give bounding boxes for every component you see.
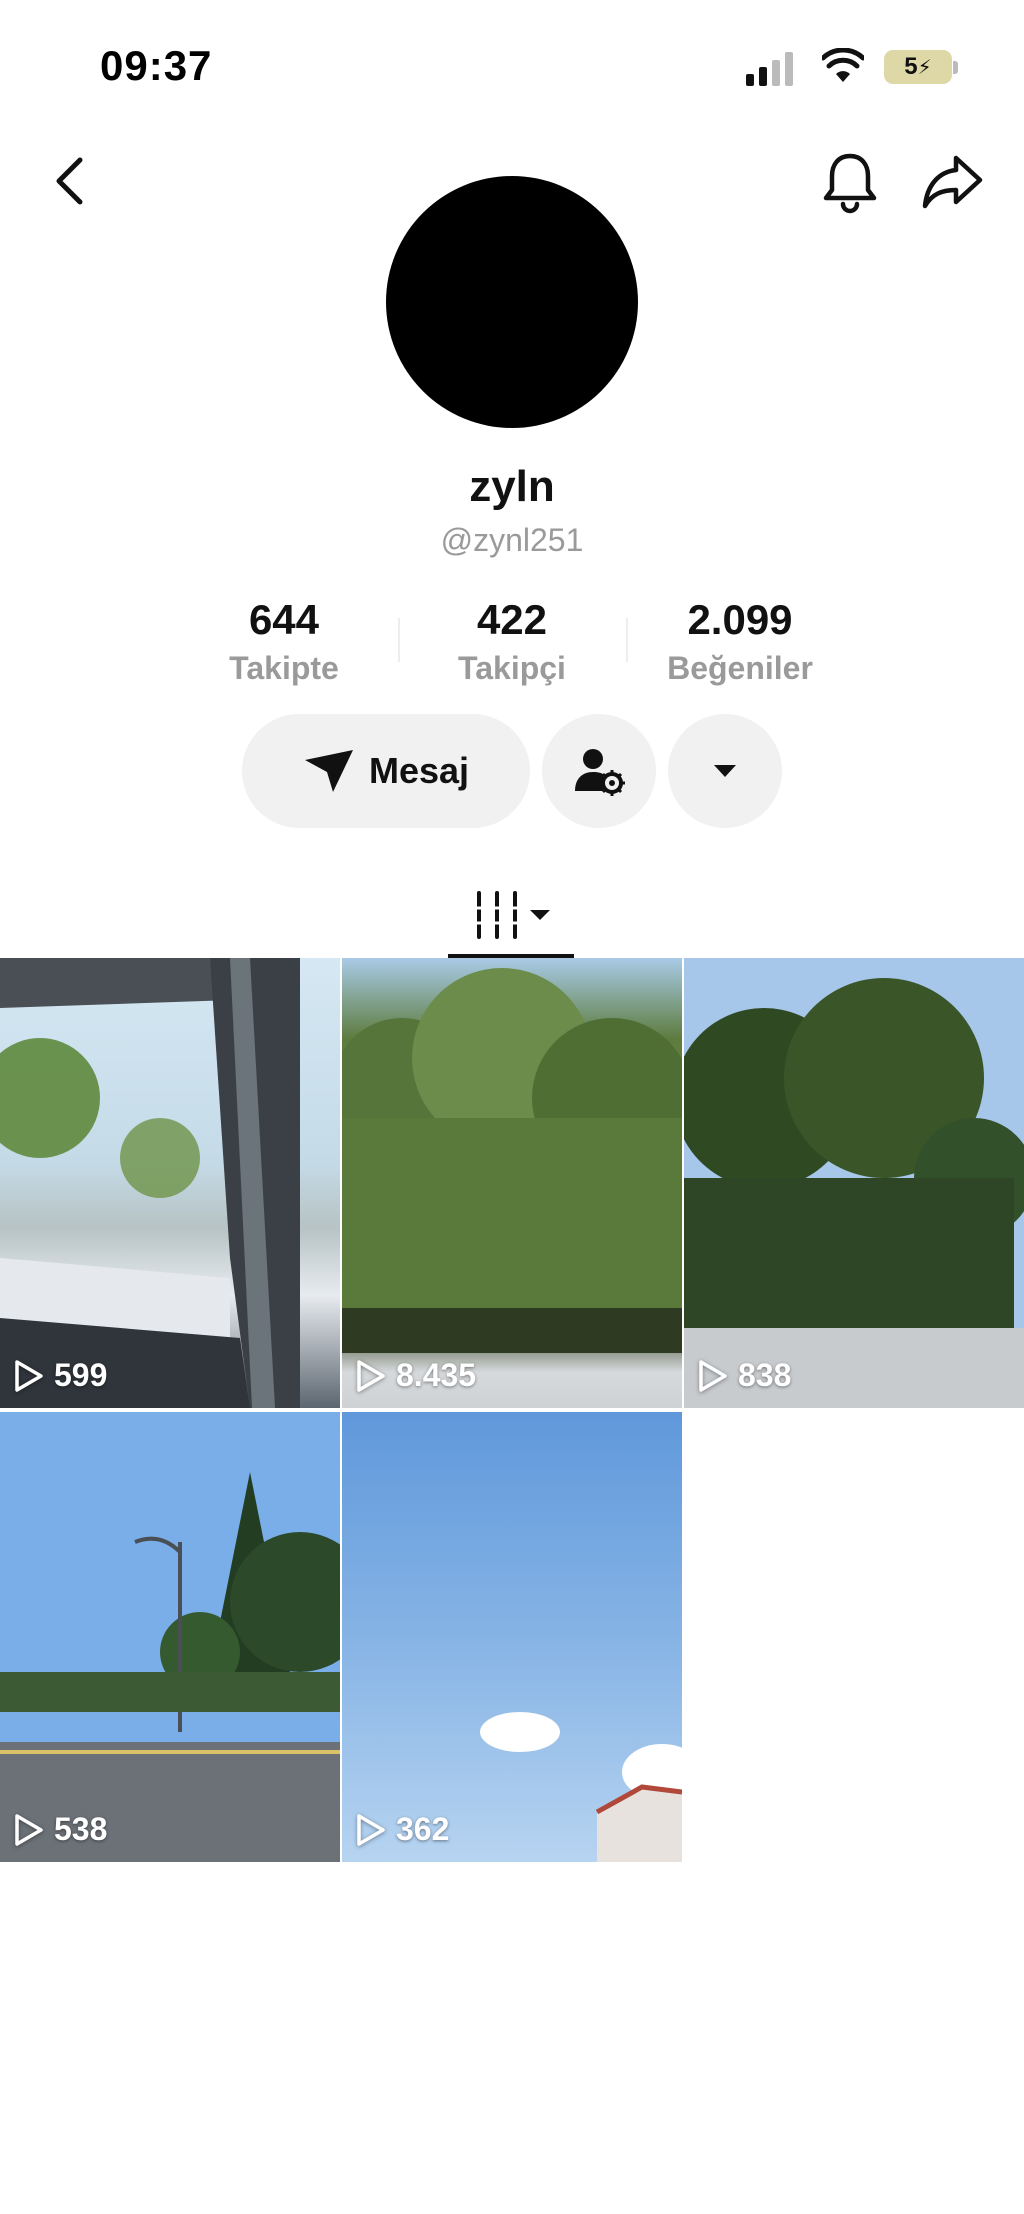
stat-label: Takipçi bbox=[458, 650, 566, 686]
view-count: 538 bbox=[14, 1811, 107, 1848]
more-options-button[interactable] bbox=[668, 714, 782, 828]
share-arrow-icon bbox=[922, 155, 983, 209]
message-button[interactable]: Mesaj bbox=[242, 714, 530, 828]
view-count: 838 bbox=[698, 1357, 791, 1394]
bell-icon bbox=[823, 153, 877, 214]
play-icon bbox=[357, 1813, 385, 1846]
view-count: 599 bbox=[14, 1357, 107, 1394]
charging-bolt-icon: ⚡ bbox=[917, 56, 932, 79]
view-count-value: 838 bbox=[738, 1357, 792, 1393]
view-count-value: 538 bbox=[54, 1811, 108, 1847]
stat-value: 2.099 bbox=[687, 596, 793, 643]
video-tile[interactable]: 362 bbox=[342, 1412, 682, 1862]
caret-down-icon bbox=[714, 765, 736, 777]
username-handle: @zynl251 bbox=[440, 522, 584, 558]
send-icon bbox=[304, 750, 353, 792]
profile-actions: Mesaj bbox=[242, 714, 782, 828]
video-tile[interactable]: 599 bbox=[0, 958, 340, 1408]
stat-likes[interactable]: 2.099 Beğeniler bbox=[626, 596, 854, 686]
video-thumbnail bbox=[0, 958, 300, 1408]
signal-icon bbox=[746, 52, 793, 86]
status-time: 09:37 bbox=[100, 42, 213, 89]
stat-value: 644 bbox=[248, 596, 320, 643]
share-button[interactable] bbox=[920, 152, 986, 212]
status-bar: 09:37 5 ⚡ bbox=[0, 0, 1024, 130]
play-icon bbox=[15, 1359, 43, 1392]
battery-indicator: 5 ⚡ bbox=[884, 50, 952, 84]
display-name: zyln bbox=[469, 462, 555, 511]
grid-icon bbox=[475, 891, 519, 939]
stat-following[interactable]: 644 Takipte bbox=[170, 596, 398, 686]
play-icon bbox=[15, 1813, 43, 1846]
video-tile[interactable]: 838 bbox=[684, 958, 1024, 1408]
view-count-value: 362 bbox=[396, 1811, 450, 1847]
add-friend-button[interactable] bbox=[542, 714, 656, 828]
video-thumbnail bbox=[684, 958, 1024, 1408]
back-button[interactable] bbox=[46, 150, 92, 212]
video-grid: 599 8.435 838 538 362 bbox=[0, 958, 1024, 1862]
profile-avatar[interactable] bbox=[386, 176, 638, 428]
video-thumbnail bbox=[342, 968, 682, 1353]
wifi-icon bbox=[822, 48, 864, 82]
stat-label: Takipte bbox=[229, 650, 339, 686]
chevron-left-icon bbox=[56, 157, 83, 205]
play-icon bbox=[699, 1359, 727, 1392]
stat-label: Beğeniler bbox=[667, 650, 813, 686]
view-count-value: 8.435 bbox=[396, 1357, 477, 1393]
stat-followers[interactable]: 422 Takipçi bbox=[398, 596, 626, 686]
caret-down-icon bbox=[530, 910, 550, 920]
view-count: 8.435 bbox=[356, 1357, 476, 1394]
video-tile[interactable]: 538 bbox=[0, 1412, 340, 1862]
content-tab-bar bbox=[0, 870, 1024, 960]
message-button-label: Mesaj bbox=[368, 750, 470, 791]
video-tile[interactable]: 8.435 bbox=[342, 958, 682, 1408]
battery-level: 5 bbox=[904, 53, 918, 80]
tab-videos[interactable] bbox=[448, 870, 578, 960]
battery-tip bbox=[953, 61, 958, 74]
view-count: 362 bbox=[356, 1811, 449, 1848]
video-thumbnail bbox=[0, 1412, 340, 1862]
stat-value: 422 bbox=[476, 596, 548, 643]
view-count-value: 599 bbox=[54, 1357, 108, 1393]
person-settings-icon bbox=[575, 749, 625, 796]
video-thumbnail bbox=[480, 1712, 682, 1862]
notifications-button[interactable] bbox=[820, 150, 880, 216]
play-icon bbox=[357, 1359, 385, 1392]
profile-stats: 644 Takipte 422 Takipçi 2.099 Beğeniler bbox=[170, 596, 854, 686]
